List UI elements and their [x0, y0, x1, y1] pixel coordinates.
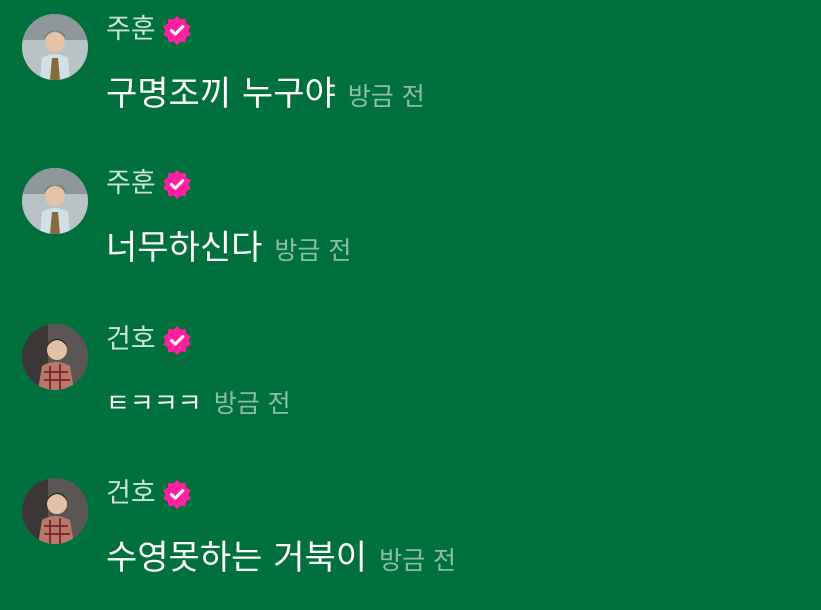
- user-avatar[interactable]: [22, 478, 88, 544]
- message-timestamp: 방금 전: [274, 236, 352, 265]
- verified-badge-icon: [162, 169, 192, 199]
- username[interactable]: 건호: [106, 476, 156, 512]
- chat-message: 건호 ㅌㅋㅋㅋ 방금 전: [0, 310, 821, 430]
- avatar-photo-icon: [22, 324, 88, 390]
- comment-feed: 주훈 구명조끼 누구야 방금 전 주훈 너무하신다 방금 전 건호 ㅌㅋㅋㅋ 방…: [0, 0, 821, 610]
- user-avatar[interactable]: [22, 168, 88, 234]
- username[interactable]: 주훈: [106, 166, 156, 202]
- avatar-photo-icon: [22, 478, 88, 544]
- chat-message: 주훈 너무하신다 방금 전: [0, 154, 821, 274]
- message-timestamp: 방금 전: [213, 389, 291, 418]
- username[interactable]: 주훈: [106, 12, 156, 48]
- message-timestamp: 방금 전: [379, 546, 457, 575]
- message-text: 구명조끼 누구야: [106, 74, 336, 114]
- message-timestamp: 방금 전: [347, 82, 425, 111]
- user-avatar[interactable]: [22, 14, 88, 80]
- username[interactable]: 건호: [106, 322, 156, 358]
- message-text: 너무하신다: [106, 228, 263, 268]
- verified-badge-icon: [162, 479, 192, 509]
- verified-badge-icon: [162, 15, 192, 45]
- avatar-photo-icon: [22, 14, 88, 80]
- chat-message: 주훈 구명조끼 누구야 방금 전: [0, 0, 821, 120]
- verified-badge-icon: [162, 325, 192, 355]
- user-avatar[interactable]: [22, 324, 88, 390]
- message-text: ㅌㅋㅋㅋ: [106, 389, 202, 419]
- avatar-photo-icon: [22, 168, 88, 234]
- chat-message: 건호 수영못하는 거북이 방금 전: [0, 464, 821, 584]
- message-text: 수영못하는 거북이: [106, 538, 368, 578]
